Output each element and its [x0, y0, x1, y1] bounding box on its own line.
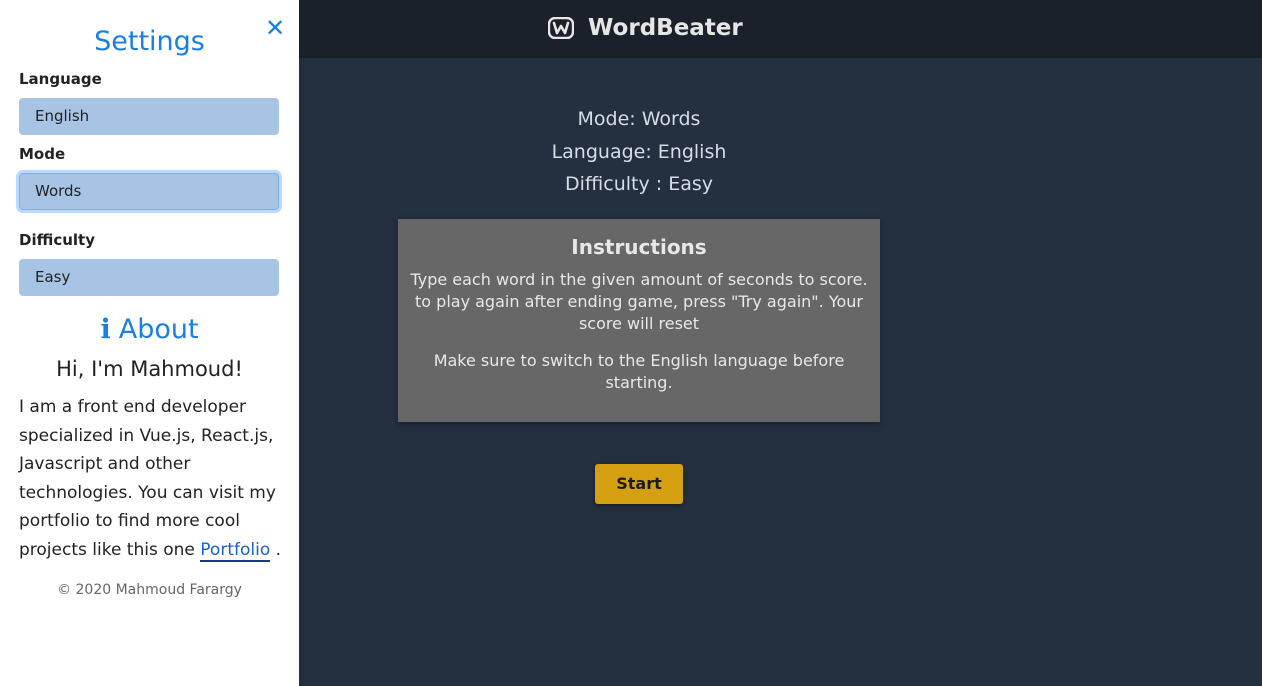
- about-title: About: [118, 314, 199, 345]
- copyright: © 2020 Mahmoud Farargy: [57, 582, 242, 598]
- mode-select[interactable]: Words: [19, 173, 279, 210]
- about-description: I am a front end developer specialized i…: [19, 397, 276, 560]
- settings-sidebar: Settings ✕ Language English Mode Words D…: [0, 0, 299, 686]
- about-period: .: [275, 539, 282, 560]
- language-label: Language: [19, 70, 102, 88]
- instructions-title: Instructions: [571, 235, 707, 259]
- top-navbar: [299, 0, 1262, 58]
- language-select[interactable]: English: [19, 98, 279, 135]
- w-logo-icon: [548, 17, 574, 39]
- about-greeting: Hi, I'm Mahmoud!: [56, 357, 243, 381]
- info-icon: i: [100, 314, 111, 345]
- brand-name: WordBeater: [588, 15, 743, 41]
- instructions-panel: Instructions Type each word in the given…: [398, 219, 880, 422]
- settings-title: Settings: [94, 26, 205, 57]
- language-line: Language: English: [551, 141, 727, 163]
- portfolio-link[interactable]: Portfolio: [200, 539, 271, 562]
- difficulty-label: Difficulty: [19, 231, 95, 249]
- about-text: I am a front end developer specialized i…: [19, 393, 287, 565]
- brand[interactable]: WordBeater: [548, 13, 743, 43]
- difficulty-line: Difficulty : Easy: [564, 173, 713, 195]
- about-heading: i About: [0, 314, 299, 345]
- mode-label: Mode: [19, 145, 66, 163]
- close-icon[interactable]: ✕: [262, 14, 288, 42]
- instructions-text-2: Make sure to switch to the English langu…: [433, 351, 845, 392]
- mode-line: Mode: Words: [577, 108, 701, 130]
- difficulty-select[interactable]: Easy: [19, 259, 279, 296]
- instructions-text-1: Type each word in the given amount of se…: [410, 270, 868, 333]
- start-button[interactable]: Start: [595, 464, 683, 504]
